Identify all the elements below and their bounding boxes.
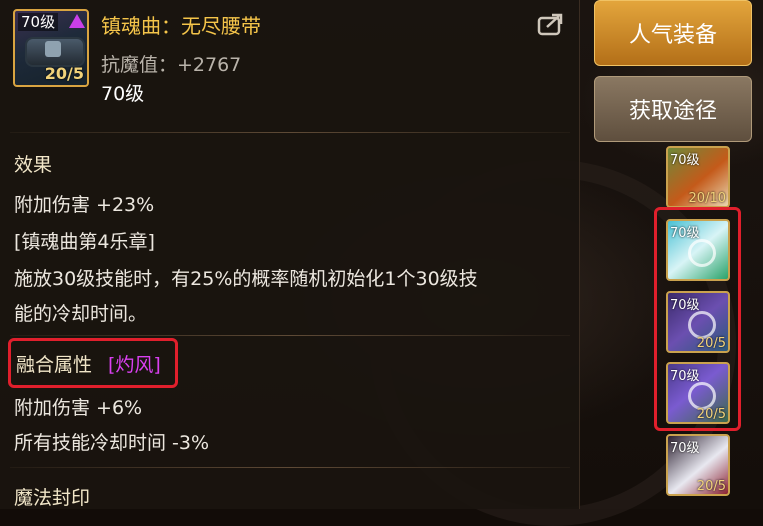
effect-line: 施放30级技能时，有25%的概率随机初始化1个30级技	[14, 268, 478, 290]
effects-title: 效果	[14, 154, 53, 176]
equipment-slot-5[interactable]: 70级 20/5	[666, 434, 730, 496]
divider	[10, 132, 570, 133]
item-stat: 抗魔值：+2767	[101, 54, 242, 76]
rarity-triangle-icon	[69, 14, 85, 28]
item-name: 镇魂曲：无尽腰带	[101, 14, 261, 38]
slots-highlight-box	[654, 207, 741, 431]
magic-seal-title: 魔法封印	[14, 487, 91, 509]
fusion-tag: [灼风]	[108, 354, 161, 376]
effect-line: [镇魂曲第4乐章]	[14, 231, 155, 253]
effect-line: 附加伤害 +23%	[14, 194, 155, 216]
effect-line: 能的冷却时间。	[14, 303, 148, 325]
share-icon[interactable]	[537, 12, 565, 36]
belt-item-icon: 70级 20/5	[13, 9, 89, 87]
popular-gear-button[interactable]: 人气装备	[594, 0, 752, 66]
item-tooltip: 70级 20/5 镇魂曲：无尽腰带 抗魔值：+2767 70级 效果 附加伤害 …	[0, 0, 580, 509]
item-count-tag: 20/5	[44, 64, 84, 83]
divider	[10, 335, 570, 336]
equipment-slot-1[interactable]: 70级 20/10	[666, 146, 730, 208]
fusion-line: 附加伤害 +6%	[14, 397, 143, 419]
acquire-path-button[interactable]: 获取途径	[594, 76, 752, 142]
tooltip-header: 70级 20/5 镇魂曲：无尽腰带 抗魔值：+2767 70级	[0, 0, 580, 120]
slot-count: 20/10	[688, 191, 726, 206]
slot-count: 20/5	[696, 479, 726, 494]
slot-level: 70级	[670, 441, 700, 456]
fusion-line: 所有技能冷却时间 -3%	[14, 432, 210, 454]
fusion-title: 融合属性	[16, 354, 93, 376]
slot-level: 70级	[670, 153, 700, 168]
divider	[10, 467, 570, 468]
buckle-icon	[45, 41, 61, 57]
item-level: 70级	[101, 83, 145, 105]
item-level-tag: 70级	[18, 13, 59, 31]
